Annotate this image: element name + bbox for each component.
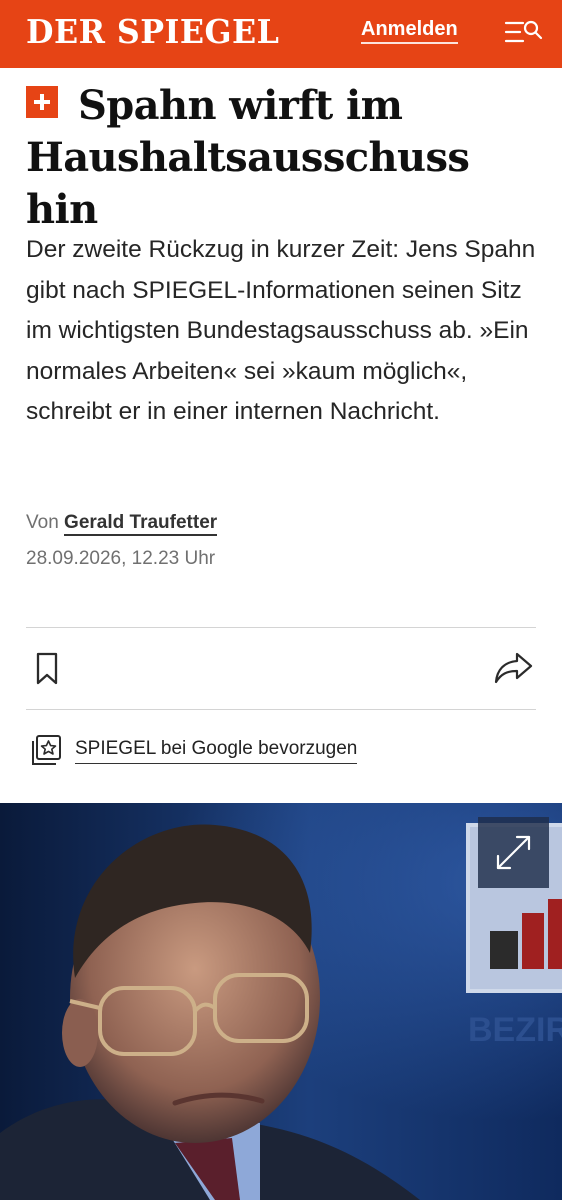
background-sign-text: BEZIR	[468, 1011, 562, 1049]
spiegel-logo[interactable]: DER SPIEGEL	[26, 12, 279, 51]
article-headline: Spahn wirft im Haushaltsausschuss hin	[26, 82, 470, 233]
bookmark-icon[interactable]	[34, 652, 62, 686]
menu-search-icon[interactable]	[504, 19, 544, 47]
expand-image-button[interactable]	[478, 817, 549, 888]
publish-date: 28.09.2026, 12.23 Uhr	[26, 548, 216, 569]
expand-icon	[496, 835, 531, 870]
share-icon[interactable]	[494, 650, 534, 686]
author-link[interactable]: Gerald Traufetter	[64, 512, 218, 536]
hero-image[interactable]: BEZIR	[0, 803, 562, 1200]
byline-prefix: Von	[26, 512, 59, 533]
article-teaser: Der zweite Rückzug in kurzer Zeit: Jens …	[26, 236, 536, 425]
google-preferred-source-icon	[30, 734, 62, 768]
article-header: Spahn wirft im Haushaltsausschuss hin	[26, 80, 546, 236]
login-link[interactable]: Anmelden	[361, 18, 458, 44]
divider-top	[26, 627, 536, 628]
top-navigation-bar: DER SPIEGEL Anmelden	[0, 0, 562, 68]
spiegel-plus-icon	[26, 86, 58, 118]
byline: Von Gerald Traufetter	[26, 512, 218, 536]
google-preferred-source-label[interactable]: SPIEGEL bei Google bevorzugen	[75, 738, 358, 764]
divider-bottom	[26, 709, 536, 710]
